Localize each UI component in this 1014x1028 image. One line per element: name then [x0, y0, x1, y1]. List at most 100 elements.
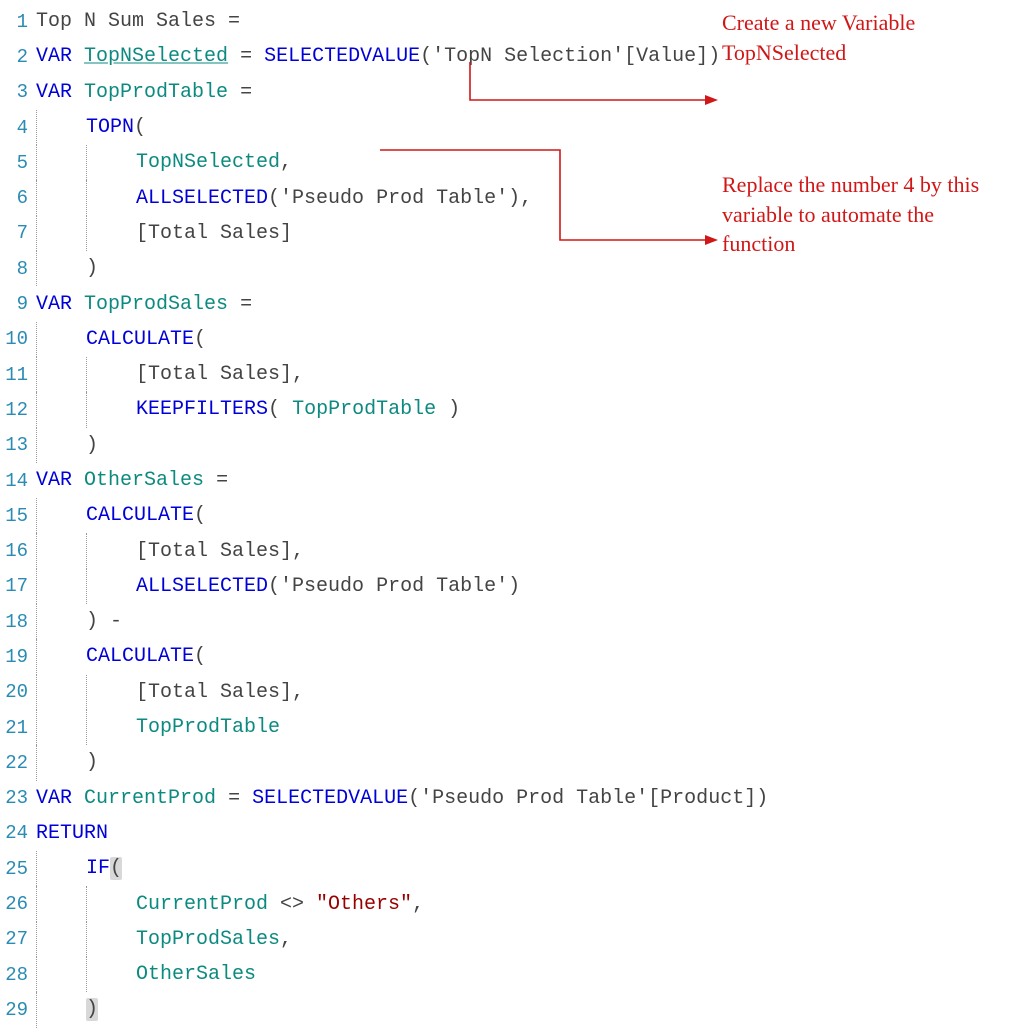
line-number: 28 [0, 964, 36, 986]
comma: , [292, 681, 304, 704]
paren-open: ( [194, 328, 206, 351]
indent-guide [36, 216, 86, 251]
identifier: TopProdSales [84, 293, 228, 316]
indent-guide [36, 428, 86, 463]
code-line[interactable]: 4 TOPN( [0, 110, 1014, 145]
line-number: 27 [0, 928, 36, 950]
code-line[interactable]: 14 VAR OtherSales = [0, 463, 1014, 498]
line-number: 13 [0, 434, 36, 456]
paren-open: ( [134, 116, 146, 139]
measure-ref: [Total Sales] [136, 681, 292, 704]
code-line[interactable]: 12 KEEPFILTERS( TopProdTable ) [0, 392, 1014, 427]
line-number: 8 [0, 258, 36, 280]
indent-guide [36, 922, 86, 957]
code-line[interactable]: 25 IF( [0, 851, 1014, 886]
comma: , [520, 187, 532, 210]
line-number: 10 [0, 328, 36, 350]
code-line[interactable]: 16 [Total Sales], [0, 533, 1014, 568]
code-line[interactable]: 20 [Total Sales], [0, 675, 1014, 710]
line-number: 16 [0, 540, 36, 562]
operator-minus: - [98, 610, 122, 633]
line-number: 6 [0, 187, 36, 209]
indent-guide [36, 957, 86, 992]
identifier: TopProdSales [136, 928, 280, 951]
keyword-return: RETURN [36, 822, 108, 845]
indent-guide [36, 604, 86, 639]
identifier: CurrentProd [84, 787, 216, 810]
indent-guide [36, 851, 86, 886]
code-line[interactable]: 19 CALCULATE( [0, 639, 1014, 674]
line-number: 3 [0, 81, 36, 103]
line-number: 2 [0, 46, 36, 68]
indent-guide [36, 675, 86, 710]
line-number: 18 [0, 611, 36, 633]
code-line[interactable]: 22 ) [0, 745, 1014, 780]
paren-close-matched: ) [86, 998, 98, 1021]
line-number: 14 [0, 470, 36, 492]
code-line[interactable]: 9 VAR TopProdSales = [0, 286, 1014, 321]
code-line[interactable]: 3 VAR TopProdTable = [0, 75, 1014, 110]
indent-guide [86, 886, 136, 921]
indent-guide [86, 392, 136, 427]
paren-close: ) [708, 45, 720, 68]
operator-eq: = [228, 10, 240, 33]
code-line[interactable]: 21 TopProdTable [0, 710, 1014, 745]
line-number: 22 [0, 752, 36, 774]
string-literal: "Others" [316, 893, 412, 916]
measure-name: Top N Sum Sales [36, 10, 228, 33]
indent-guide [86, 675, 136, 710]
code-editor[interactable]: 1 Top N Sum Sales = 2 VAR TopNSelected =… [0, 0, 1014, 1028]
code-line[interactable]: 13 ) [0, 428, 1014, 463]
code-line[interactable]: 15 CALCULATE( [0, 498, 1014, 533]
indent-guide [36, 357, 86, 392]
table-ref: 'Pseudo Prod Table' [280, 575, 508, 598]
keyword-var: VAR [36, 45, 72, 68]
identifier: CurrentProd [136, 893, 268, 916]
paren-close: ) [508, 575, 520, 598]
code-line[interactable]: 26 CurrentProd <> "Others", [0, 886, 1014, 921]
indent-guide [36, 569, 86, 604]
line-number: 20 [0, 681, 36, 703]
code-line[interactable]: 27 TopProdSales, [0, 922, 1014, 957]
code-line[interactable]: 10 CALCULATE( [0, 322, 1014, 357]
line-number: 1 [0, 11, 36, 33]
function-calculate: CALCULATE [86, 645, 194, 668]
code-line[interactable]: 23 VAR CurrentProd = SELECTEDVALUE('Pseu… [0, 781, 1014, 816]
line-number: 25 [0, 858, 36, 880]
code-line[interactable]: 18 ) - [0, 604, 1014, 639]
measure-ref: [Total Sales] [136, 363, 292, 386]
line-number: 12 [0, 399, 36, 421]
paren-close: ) [86, 751, 98, 774]
indent-guide [86, 957, 136, 992]
code-line[interactable]: 29 ) [0, 992, 1014, 1027]
line-number: 9 [0, 293, 36, 315]
line-number: 7 [0, 222, 36, 244]
paren-close: ) [448, 398, 460, 421]
paren-open: ( [194, 645, 206, 668]
code-line[interactable]: 24 RETURN [0, 816, 1014, 851]
indent-guide [36, 322, 86, 357]
indent-guide [86, 569, 136, 604]
operator-neq: <> [268, 893, 316, 916]
operator-eq: = [240, 293, 252, 316]
function-keepfilters: KEEPFILTERS [136, 398, 268, 421]
line-number: 29 [0, 999, 36, 1021]
indent-guide [36, 180, 86, 215]
identifier: TopProdTable [136, 716, 280, 739]
column-ref: 'TopN Selection'[Value] [432, 45, 708, 68]
code-line[interactable]: 28 OtherSales [0, 957, 1014, 992]
paren-open: ( [420, 45, 432, 68]
code-line[interactable]: 17 ALLSELECTED('Pseudo Prod Table') [0, 569, 1014, 604]
line-number: 5 [0, 152, 36, 174]
comma: , [280, 928, 292, 951]
code-line[interactable]: 11 [Total Sales], [0, 357, 1014, 392]
paren-close: ) [86, 257, 98, 280]
paren-open: ( [268, 398, 280, 421]
indent-guide [86, 533, 136, 568]
measure-ref: [Total Sales] [136, 540, 292, 563]
function-allselected: ALLSELECTED [136, 575, 268, 598]
indent-guide [36, 392, 86, 427]
operator-eq: = [240, 45, 264, 68]
indent-guide [86, 357, 136, 392]
function-if: IF [86, 857, 110, 880]
